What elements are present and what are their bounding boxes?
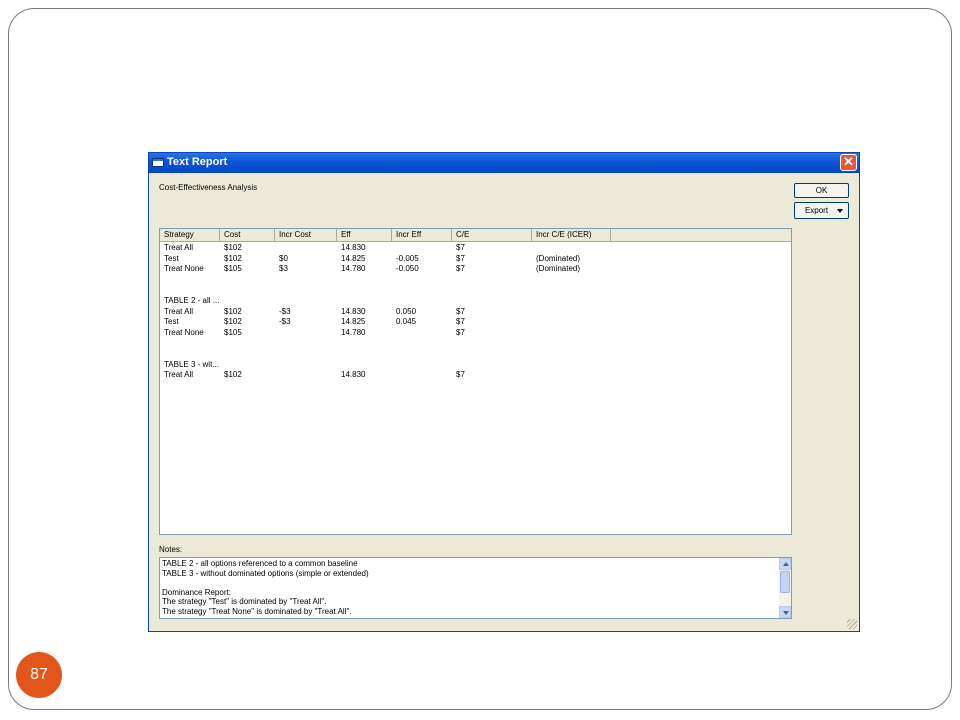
table-cell: 14.825 xyxy=(341,317,366,327)
notes-scrollbar[interactable] xyxy=(779,558,791,618)
table-cell: $102 xyxy=(224,243,242,252)
table-cell: Treat All xyxy=(164,306,194,316)
table-cell: $102 xyxy=(224,370,242,380)
note-line: TABLE 3 - without dominated options (sim… xyxy=(162,568,369,578)
table-cell: 14.780 xyxy=(341,264,366,274)
close-icon: ✕ xyxy=(843,154,854,169)
note-line: TABLE 2 - all options referenced to a co… xyxy=(162,559,358,568)
table-cell: $0 xyxy=(279,253,288,263)
scroll-up-icon[interactable] xyxy=(779,558,791,570)
page-number-badge: 87 xyxy=(16,652,62,698)
table-cell: $7 xyxy=(456,370,465,380)
column-header[interactable]: Incr Cost xyxy=(275,229,337,241)
table-cell: $105 xyxy=(224,264,242,274)
table-cell: -0.050 xyxy=(396,264,419,274)
table-cell: 14.830 xyxy=(341,243,366,252)
table-cell: (Dominated) xyxy=(536,264,581,274)
window-icon xyxy=(152,158,164,167)
table-row[interactable]: Test $102 -$3 14.825 0.045 $7 xyxy=(160,316,791,327)
table-row[interactable]: Treat None $105 $3 14.780 -0.050 $7 (Dominated… xyxy=(160,263,791,274)
text-report-window: Text Report ✕ Cost-Effectiveness Analysi… xyxy=(148,152,860,632)
table-cell: $7 xyxy=(456,253,465,263)
table-row[interactable]: TABLE 3 - wit... xyxy=(160,359,791,370)
table-row[interactable] xyxy=(160,337,791,348)
table-cell: 14.780 xyxy=(341,327,366,337)
table-row[interactable]: Test $102 $0 14.825 -0.005 $7 (Dominated) xyxy=(160,253,791,264)
export-label: Export xyxy=(804,206,829,215)
dropdown-arrow-icon xyxy=(837,209,843,213)
column-header[interactable]: Cost xyxy=(220,229,275,241)
table-cell: $3 xyxy=(279,264,288,274)
table-cell: $102 xyxy=(224,317,242,327)
notes-label: Notes: xyxy=(159,545,183,554)
table-cell: Treat All xyxy=(164,370,194,380)
results-table[interactable]: Strategy Cost Incr Cost Eff Incr Eff C/E… xyxy=(159,228,792,535)
table-row[interactable]: Treat All $102 14.830 $7 xyxy=(160,242,791,253)
table-cell: Treat None xyxy=(164,264,204,274)
table-cell: $7 xyxy=(456,317,465,327)
table-cell: 0.050 xyxy=(396,306,417,316)
table-cell: $102 xyxy=(224,306,242,316)
table-cell: TABLE 3 - wit... xyxy=(164,359,219,369)
table-cell: 0.045 xyxy=(396,317,417,327)
table-row[interactable] xyxy=(160,348,791,359)
column-header[interactable]: Strategy xyxy=(160,229,220,241)
table-cell: TABLE 2 - all ... xyxy=(164,296,220,305)
table-cell: Treat All xyxy=(164,243,194,252)
table-row[interactable]: TABLE 2 - all ... xyxy=(160,295,791,306)
table-cell: -$3 xyxy=(279,306,291,316)
notes-textarea[interactable]: TABLE 2 - all options referenced to a co… xyxy=(159,557,792,619)
table-header: Strategy Cost Incr Cost Eff Incr Eff C/E… xyxy=(160,229,791,242)
column-header[interactable]: Incr Eff xyxy=(392,229,452,241)
note-line: Dominance Report: xyxy=(162,587,231,597)
table-cell: (Dominated) xyxy=(536,253,581,263)
table-cell: -0.005 xyxy=(396,253,419,263)
table-row[interactable]: Treat All $102 14.830 $7 xyxy=(160,369,791,380)
table-cell: Test xyxy=(164,253,179,263)
note-line: The strategy "Test" is dominated by "Tre… xyxy=(162,597,327,607)
table-row[interactable]: Treat None $105 14.780 $7 xyxy=(160,327,791,338)
table-row[interactable] xyxy=(160,284,791,295)
table-row[interactable]: Treat All $102 -$3 14.830 0.050 $7 xyxy=(160,306,791,317)
column-header[interactable]: Eff xyxy=(337,229,392,241)
ok-button[interactable]: OK xyxy=(794,183,849,198)
table-cell: $7 xyxy=(456,306,465,316)
table-cell: Test xyxy=(164,317,179,327)
scroll-down-icon[interactable] xyxy=(779,606,791,618)
export-button[interactable]: Export xyxy=(794,202,849,219)
title-bar[interactable]: Text Report ✕ xyxy=(149,153,859,173)
table-cell: $7 xyxy=(456,327,465,337)
column-header[interactable]: Incr C/E (ICER) xyxy=(532,229,611,241)
table-cell: 14.830 xyxy=(341,306,366,316)
table-cell: $7 xyxy=(456,264,465,274)
table-cell: -$3 xyxy=(279,317,291,327)
table-cell: $105 xyxy=(224,327,242,337)
table-cell: 14.830 xyxy=(341,370,366,380)
window-title: Text Report xyxy=(167,156,228,168)
resize-grip-icon[interactable] xyxy=(847,619,857,629)
close-button[interactable]: ✕ xyxy=(840,154,857,171)
scroll-thumb[interactable] xyxy=(780,571,790,593)
table-cell: $7 xyxy=(456,243,465,252)
note-line: The strategy "Treat None" is dominated b… xyxy=(162,607,352,616)
column-header[interactable]: C/E xyxy=(452,229,532,241)
report-heading: Cost-Effectiveness Analysis xyxy=(159,183,258,192)
table-cell: Treat None xyxy=(164,327,204,337)
table-cell: $102 xyxy=(224,253,242,263)
table-row[interactable] xyxy=(160,274,791,285)
table-cell: 14.825 xyxy=(341,253,366,263)
